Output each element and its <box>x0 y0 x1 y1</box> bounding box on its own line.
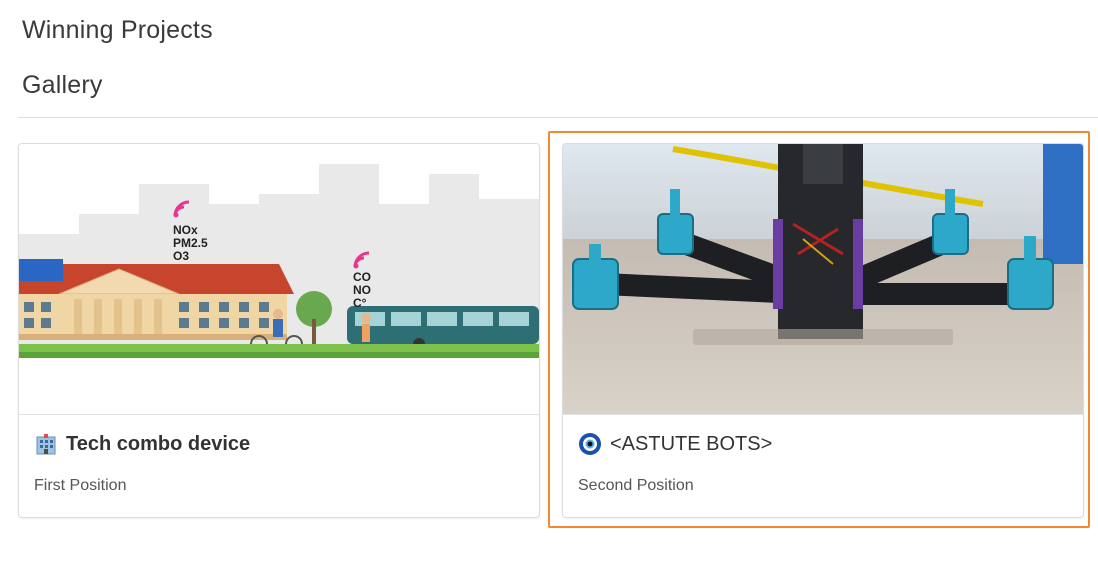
office-building-icon <box>34 432 58 456</box>
label-co: CO <box>353 270 371 284</box>
project-image-drone-photo <box>563 144 1083 414</box>
card-body: <ASTUTE BOTS> Second Position <box>563 414 1083 517</box>
divider <box>18 117 1098 118</box>
label-c: C° <box>353 296 367 310</box>
label-nox: NOx <box>173 223 198 237</box>
card-position: Second Position <box>578 477 694 494</box>
card-position: First Position <box>34 477 127 494</box>
project-card-astute-bots[interactable]: <ASTUTE BOTS> Second Position <box>562 143 1084 518</box>
label-no: NO <box>353 283 371 297</box>
label-o3: O3 <box>173 249 189 263</box>
page-title: Winning Projects <box>22 16 213 44</box>
card-title-text: Tech combo device <box>66 432 251 455</box>
label-pm25: PM2.5 <box>173 236 208 250</box>
card-body: Tech combo device First Position <box>19 414 539 517</box>
card-title: <ASTUTE BOTS> <box>578 432 772 456</box>
gallery-heading: Gallery <box>22 71 103 99</box>
nazar-eye-icon <box>578 432 602 456</box>
card-title: Tech combo device <box>34 432 250 456</box>
project-image-city-illustration: NOx PM2.5 O3 CO NO C° <box>19 144 539 414</box>
card-title-text: <ASTUTE BOTS> <box>610 432 773 455</box>
project-card-tech-combo[interactable]: NOx PM2.5 O3 CO NO C° Tech combo device … <box>18 143 540 518</box>
